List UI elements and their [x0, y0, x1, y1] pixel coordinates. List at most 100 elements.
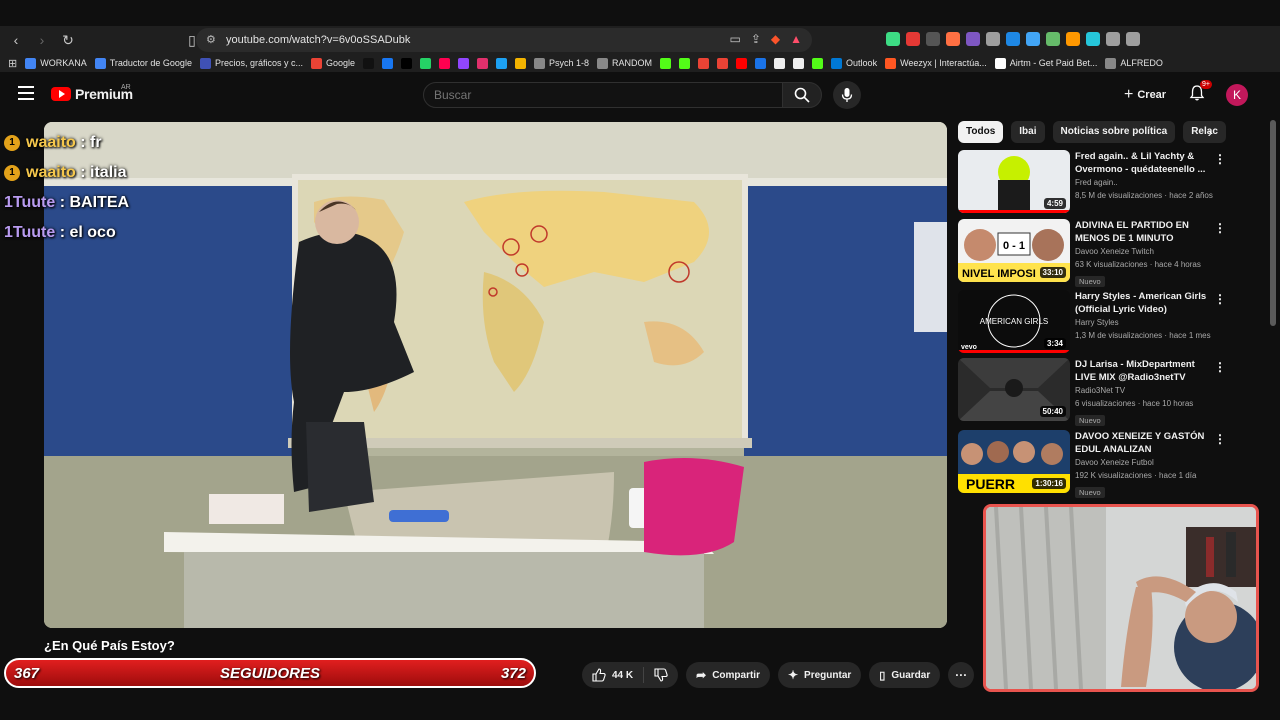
recommended-video[interactable]: PUERR 1:30:16 DAVOO XENEIZE Y GASTÓN EDUL … [958, 430, 1258, 498]
bookmark-item[interactable] [717, 57, 729, 69]
bookmark-item[interactable] [420, 57, 432, 69]
reload-icon[interactable]: ↻ [58, 30, 78, 50]
video-thumbnail[interactable]: 0 - 1 NIVEL IMPOSI 33:10 [958, 219, 1070, 282]
video-title[interactable]: DAVOO XENEIZE Y GASTÓN EDUL ANALIZAN CHA… [1075, 430, 1215, 456]
bookmark-item[interactable] [736, 57, 748, 69]
video-title[interactable]: ADIVINA EL PARTIDO EN MENOS DE 1 MINUTO … [1075, 219, 1215, 245]
voice-search-button[interactable] [833, 81, 861, 109]
notifications-button[interactable]: 9+ [1188, 80, 1212, 106]
extension-icon[interactable] [1086, 32, 1100, 46]
video-title[interactable]: Harry Styles - American Girls (Official … [1075, 290, 1215, 316]
recommended-video[interactable]: 50:40 DJ Larisa - MixDepartment LIVE MIX … [958, 358, 1258, 426]
channel-name[interactable]: Davoo Xeneize Twitch [1075, 245, 1215, 258]
bookmark-item[interactable] [774, 57, 786, 69]
bookmark-item[interactable]: Weezyx | Interactúa... [885, 57, 987, 69]
bookmark-item[interactable] [515, 57, 527, 69]
filter-chip[interactable]: Ibai [1011, 121, 1045, 143]
bookmark-item[interactable] [660, 57, 672, 69]
extension-icon[interactable] [1046, 32, 1060, 46]
extension-icon[interactable] [1006, 32, 1020, 46]
youtube-logo[interactable]: Premium AR [51, 84, 133, 102]
more-vert-icon[interactable]: ⋮ [1214, 292, 1226, 306]
extension-icon[interactable] [886, 32, 900, 46]
video-thumbnail[interactable]: AMERICAN GIRLS vevo 3:34 [958, 290, 1070, 353]
extension-icon[interactable] [986, 32, 1000, 46]
more-vert-icon[interactable]: ⋮ [1214, 221, 1226, 235]
recommended-video[interactable]: AMERICAN GIRLS vevo 3:34 Harry Styles - Ame… [958, 290, 1258, 354]
bookmark-item[interactable] [477, 57, 489, 69]
recommended-video[interactable]: 4:59 Fred again.. & Lil Yachty & Overmono… [958, 150, 1258, 214]
bookmark-item[interactable] [363, 57, 375, 69]
extension-icon[interactable] [946, 32, 960, 46]
share-icon[interactable]: ⇪ [751, 32, 761, 46]
bookmark-favicon-icon [25, 57, 37, 69]
save-button[interactable]: ▯ Guardar [869, 662, 941, 688]
filter-chip[interactable]: Noticias sobre política [1052, 121, 1176, 143]
video-thumbnail[interactable]: 50:40 [958, 358, 1070, 421]
extension-icon[interactable] [1026, 32, 1040, 46]
video-thumbnail[interactable]: PUERR 1:30:16 [958, 430, 1070, 493]
bookmark-item[interactable] [382, 57, 394, 69]
bookmark-item[interactable] [679, 57, 691, 69]
forward-icon[interactable]: › [32, 30, 52, 50]
dislike-button[interactable] [644, 668, 678, 682]
filter-chip[interactable]: Todos [958, 121, 1004, 143]
bookmark-item[interactable] [793, 57, 805, 69]
bookmark-item[interactable]: RANDOM [597, 57, 652, 69]
site-info-icon[interactable]: ⚙ [206, 33, 216, 46]
bookmark-item[interactable] [755, 57, 767, 69]
bookmark-item[interactable] [439, 57, 451, 69]
bookmark-item[interactable] [496, 57, 508, 69]
extension-icon[interactable] [1106, 32, 1120, 46]
bookmark-item[interactable]: Google [310, 57, 355, 69]
chat-message: 1Tuute : el oco [4, 218, 129, 248]
share-button[interactable]: ➦ Compartir [686, 662, 770, 688]
bookmark-item[interactable]: Psych 1-8 [534, 57, 589, 69]
video-thumbnail[interactable]: 4:59 [958, 150, 1070, 213]
create-button[interactable]: + Crear [1124, 84, 1166, 106]
bookmark-item[interactable]: WORKANA [25, 57, 87, 69]
brave-rewards-icon[interactable]: ▲ [790, 32, 802, 46]
search-button[interactable] [782, 82, 822, 108]
chevron-right-icon[interactable]: › [1200, 124, 1220, 144]
extension-icon[interactable] [906, 32, 920, 46]
extension-icon[interactable] [966, 32, 980, 46]
bookmark-item[interactable]: Precios, gráficos y c... [199, 57, 303, 69]
account-avatar[interactable]: K [1226, 84, 1248, 106]
address-bar[interactable]: ⚙ youtube.com/watch?v=6v0oSSADubk ▭ ⇪ ◆ … [196, 28, 812, 52]
channel-name[interactable]: Davoo Xeneize Futbol [1075, 456, 1215, 469]
sidebar-scrollbar[interactable] [1270, 120, 1276, 326]
recommended-video[interactable]: 0 - 1 NIVEL IMPOSI 33:10 ADIVINA EL PARTIDO… [958, 219, 1258, 287]
bookmark-item[interactable] [812, 57, 824, 69]
more-actions-button[interactable]: ··· [948, 662, 975, 688]
extension-icon[interactable] [1066, 32, 1080, 46]
channel-name[interactable]: Harry Styles [1075, 316, 1215, 329]
extension-icon[interactable] [1126, 32, 1140, 46]
hamburger-menu-icon[interactable] [18, 86, 34, 100]
more-vert-icon[interactable]: ⋮ [1214, 432, 1226, 446]
extension-icon[interactable] [926, 32, 940, 46]
bookmark-item[interactable] [458, 57, 470, 69]
video-duration: 3:34 [1043, 338, 1066, 349]
like-button[interactable]: 44 K [582, 667, 645, 683]
video-title[interactable]: DJ Larisa - MixDepartment LIVE MIX @Radi… [1075, 358, 1215, 384]
channel-name[interactable]: Radio3Net TV [1075, 384, 1215, 397]
search-input[interactable] [424, 83, 782, 107]
channel-name[interactable]: Fred again.. [1075, 176, 1215, 189]
more-vert-icon[interactable]: ⋮ [1214, 360, 1226, 374]
cast-icon[interactable]: ▭ [729, 32, 740, 46]
bookmark-item[interactable]: Traductor de Google [94, 57, 192, 69]
bookmark-item[interactable]: Airtm - Get Paid Bet... [994, 57, 1097, 69]
video-player[interactable] [44, 122, 947, 628]
video-title[interactable]: Fred again.. & Lil Yachty & Overmono - q… [1075, 150, 1215, 176]
bookmark-item[interactable] [401, 57, 413, 69]
bookmark-item[interactable]: Outlook [831, 57, 877, 69]
back-icon[interactable]: ‹ [6, 30, 26, 50]
brave-shield-icon[interactable]: ◆ [771, 32, 780, 46]
apps-icon[interactable]: ⊞ [8, 57, 17, 70]
bookmark-item[interactable]: ALFREDO [1105, 57, 1163, 69]
ask-button[interactable]: ✦ Preguntar [777, 662, 862, 688]
followers-label: SEGUIDORES [219, 664, 321, 682]
more-vert-icon[interactable]: ⋮ [1214, 152, 1226, 166]
bookmark-item[interactable] [698, 57, 710, 69]
